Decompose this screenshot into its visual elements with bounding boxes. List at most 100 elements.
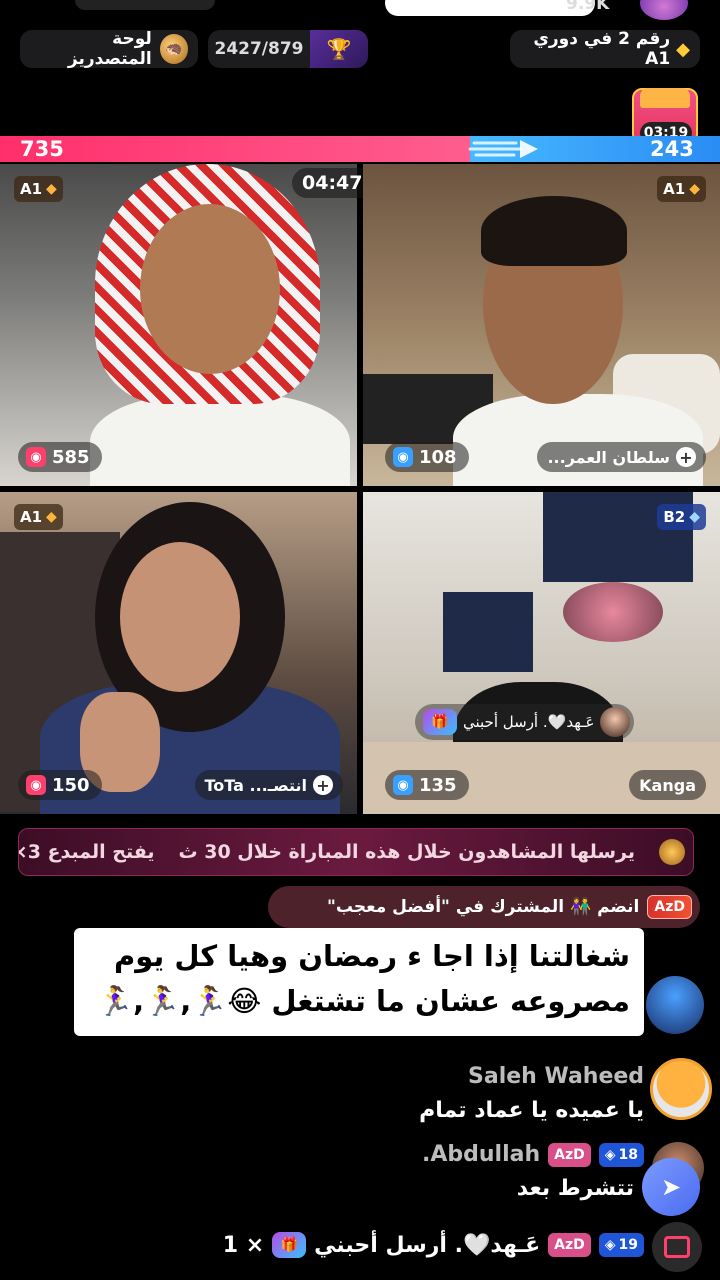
gift-button[interactable] bbox=[652, 1222, 702, 1272]
level-tag: AzD bbox=[647, 895, 692, 919]
level-badge: A1 ◆ bbox=[14, 504, 63, 530]
heart-clock-icon: ◉ bbox=[393, 447, 413, 467]
ticker-icon bbox=[659, 839, 685, 865]
leaderboard-label: لوحة المتصدريز bbox=[67, 29, 152, 69]
gift-icon bbox=[664, 1236, 690, 1258]
count-tag: 18 ◈ bbox=[598, 1142, 644, 1167]
thobe bbox=[90, 394, 350, 486]
chat-username[interactable]: .Abdullah bbox=[422, 1142, 540, 1167]
score-right: 243 bbox=[650, 137, 694, 161]
viewer-count: 9.9K bbox=[566, 0, 610, 14]
top-orb-icon[interactable] bbox=[640, 0, 688, 20]
chat-header: 18 ◈ AzD .Abdullah bbox=[422, 1142, 644, 1167]
top-bubble bbox=[385, 0, 595, 16]
chat-message: عَـهد🤍. أرسل أحبني bbox=[314, 1232, 541, 1258]
chat-message: تتشرط بعد bbox=[516, 1176, 634, 1201]
battle-score-bar bbox=[0, 136, 720, 162]
level-badge: A1 ◆ bbox=[14, 176, 63, 202]
share-icon[interactable]: ➤ bbox=[642, 1158, 700, 1216]
count-label: 19 bbox=[618, 1237, 638, 1253]
gift-item-icon: 🎁 bbox=[423, 709, 457, 735]
host-name-pill[interactable]: + انتصـ... ToTa bbox=[194, 770, 343, 800]
diamond-icon: ◈ bbox=[604, 1146, 616, 1163]
host-name: سلطان العمر... bbox=[547, 447, 670, 467]
counter-pill[interactable]: 2427/879 🏆 bbox=[208, 30, 368, 68]
heart-clock-icon: ◉ bbox=[26, 447, 46, 467]
level-tag-label: AzD bbox=[554, 1146, 585, 1163]
diamond-icon: ◆ bbox=[689, 509, 700, 525]
level-label: A1 bbox=[20, 508, 43, 526]
join-banner-text: انضم 👫 المشترك في "أفضل معجب" bbox=[327, 897, 640, 917]
avatar bbox=[600, 707, 631, 737]
level-tag: AzD bbox=[548, 1233, 591, 1257]
ticker-text: يرسلها المشاهدون خلال هذه المباراة خلال … bbox=[178, 841, 635, 863]
caption-line: مصروعه عشان ما تشتغل 😂🏃‍♀️,🏃‍♀️,🏃‍♀️ bbox=[97, 984, 630, 1018]
heart-clock-icon: ◉ bbox=[26, 775, 46, 795]
gift-count: × 1 bbox=[222, 1232, 265, 1258]
caption-overlay: شغالتنا إذا اجا ء رمضان وهيا كل يوم مصرو… bbox=[74, 928, 644, 1036]
video-tile-1[interactable]: A1 ◆ ◉ 585 bbox=[0, 164, 357, 486]
counter-text: 2427/879 bbox=[214, 39, 304, 59]
hair bbox=[481, 196, 627, 266]
diamond-icon: ◆ bbox=[46, 509, 57, 525]
gift-message: عَـهد🤍. أرسل أحبني 🎁 bbox=[415, 704, 635, 740]
diamond-icon: ◆ bbox=[46, 181, 57, 197]
face bbox=[140, 204, 280, 374]
points-pill: ◉ 108 bbox=[385, 442, 469, 472]
level-label: A1 bbox=[663, 180, 686, 198]
level-tag: AzD bbox=[548, 1142, 591, 1167]
level-label: A1 bbox=[20, 180, 43, 198]
video-tile-3[interactable]: A1 ◆ ◉ 150 + انتصـ... ToTa bbox=[0, 492, 357, 814]
info-ticker: يرسلها المشاهدون خلال هذه المباراة خلال … bbox=[18, 828, 694, 876]
video-tile-2[interactable]: A1 ◆ ◉ 108 + سلطان العمر... bbox=[363, 164, 720, 486]
gift-message-text: عَـهد🤍. أرسل أحبني bbox=[463, 713, 595, 731]
heart-clock-icon: ◉ bbox=[393, 775, 413, 795]
caption-line: شغالتنا إذا اجا ء رمضان وهيا كل يوم bbox=[113, 939, 630, 973]
league-badge-icon: 🏆 bbox=[310, 30, 368, 68]
chat-header: 19 ◈ AzD عَـهد🤍. أرسل أحبني 🎁 × 1 bbox=[223, 1232, 644, 1258]
video-tile-4[interactable]: B2 ◆ ◉ 135 Kanga bbox=[363, 492, 720, 814]
rank-label: رقم 2 في دوري A1 bbox=[533, 29, 671, 69]
points-value: 150 bbox=[52, 774, 90, 796]
level-badge: B2 ◆ bbox=[657, 504, 706, 530]
rank-pill[interactable]: ◆ رقم 2 في دوري A1 bbox=[510, 29, 700, 69]
level-badge: A1 ◆ bbox=[657, 176, 706, 202]
host-name-pill[interactable]: + سلطان العمر... bbox=[537, 442, 706, 472]
level-label: B2 bbox=[663, 508, 686, 526]
points-value: 135 bbox=[419, 774, 457, 796]
chat-username[interactable]: Saleh Waheed bbox=[468, 1064, 644, 1089]
score-bar-red bbox=[0, 136, 470, 162]
top-left-pill bbox=[75, 0, 215, 10]
leaderboard-button[interactable]: 🦔 لوحة المتصدريز bbox=[20, 29, 198, 69]
cabinet bbox=[443, 592, 533, 672]
count-label: 18 bbox=[618, 1146, 638, 1163]
join-banner[interactable]: AzD انضم 👫 المشترك في "أفضل معجب" bbox=[268, 886, 700, 928]
score-divider-icon bbox=[468, 140, 538, 158]
level-tag-label: AzD bbox=[554, 1237, 585, 1253]
flowers bbox=[563, 582, 663, 642]
host-name: انتصـ... ToTa bbox=[204, 775, 308, 795]
host-name-pill[interactable]: Kanga bbox=[629, 770, 706, 800]
follow-plus-icon[interactable]: + bbox=[676, 447, 696, 467]
chest-lid bbox=[640, 88, 690, 108]
gift-item-icon: 🎁 bbox=[272, 1232, 307, 1258]
ticker-text: يفتح المبدع 3× من نقاط bbox=[19, 841, 155, 863]
mascot-icon: 🦔 bbox=[159, 34, 188, 64]
diamond-icon: ◈ bbox=[604, 1237, 616, 1253]
host-name: Kanga bbox=[639, 775, 696, 795]
points-pill: ◉ 135 bbox=[385, 770, 469, 800]
count-tag: 19 ◈ bbox=[598, 1233, 644, 1257]
follow-plus-icon[interactable]: + bbox=[313, 775, 333, 795]
avatar[interactable] bbox=[650, 1058, 712, 1120]
points-pill: ◉ 150 bbox=[18, 770, 102, 800]
points-value: 585 bbox=[52, 446, 90, 468]
level-tag-label: AzD bbox=[654, 899, 685, 915]
avatar[interactable] bbox=[646, 976, 704, 1034]
thobe bbox=[453, 394, 703, 486]
points-value: 108 bbox=[419, 446, 457, 468]
score-left: 735 bbox=[20, 137, 64, 161]
diamond-icon: ◆ bbox=[689, 181, 700, 197]
face bbox=[120, 542, 240, 692]
diamond-icon: ◆ bbox=[676, 38, 690, 60]
points-pill: ◉ 585 bbox=[18, 442, 102, 472]
